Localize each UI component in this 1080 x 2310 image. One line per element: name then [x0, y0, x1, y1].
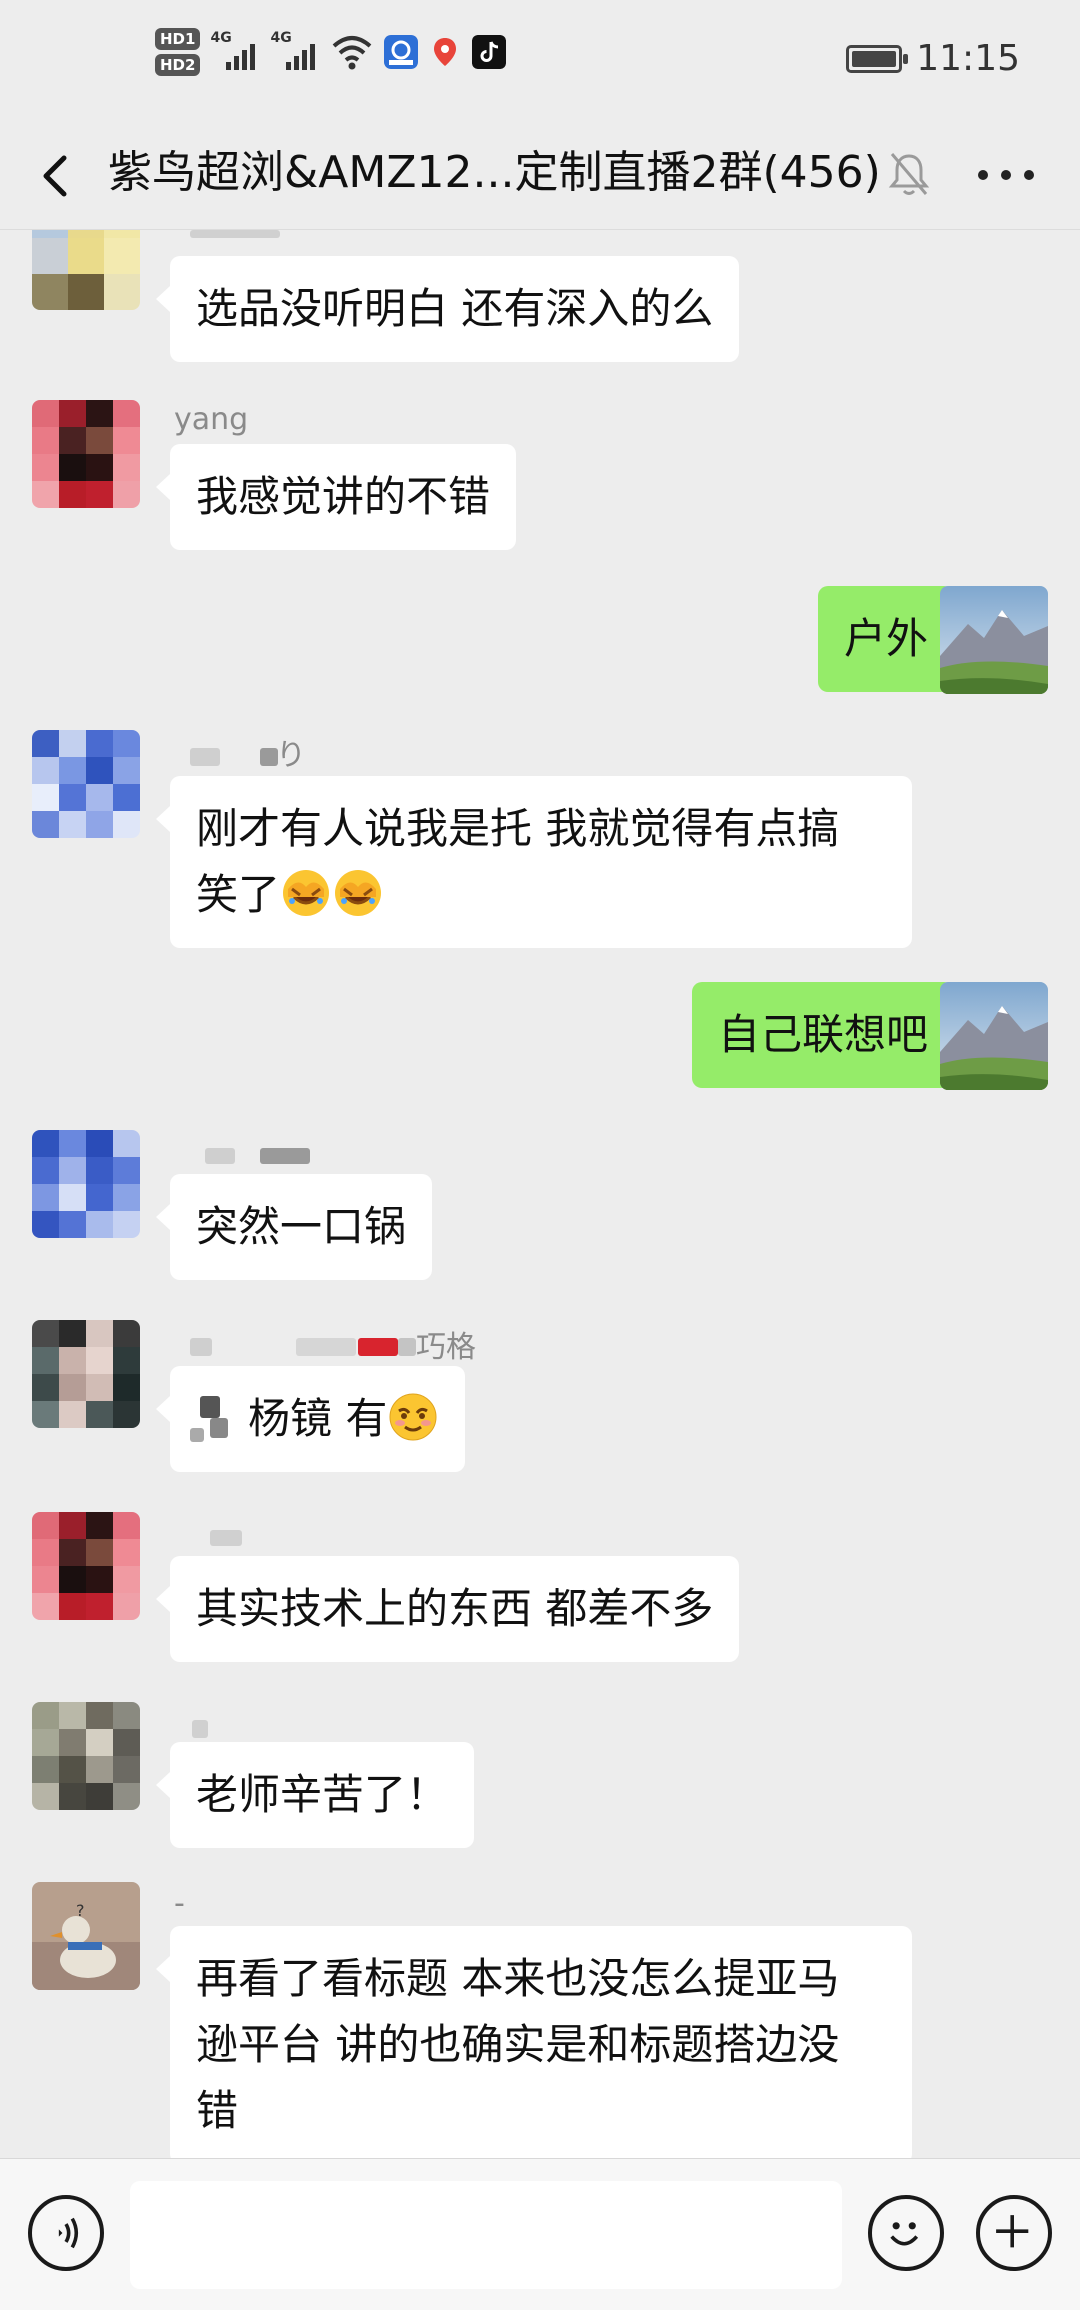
- message-text: 杨镜 有: [248, 1394, 388, 1443]
- sender-name-redacted: [260, 1148, 310, 1164]
- location-icon: [434, 38, 457, 66]
- voice-icon[interactable]: [28, 2195, 104, 2271]
- self-avatar[interactable]: [940, 586, 1048, 694]
- sender-name-redacted: [358, 1338, 398, 1356]
- status-bar: HD1 HD2 4G 4G 11:15: [0, 0, 1080, 120]
- message-bubble[interactable]: 其实技术上的东西 都差不多: [155, 1556, 740, 1662]
- message-bubble[interactable]: 老师辛苦了！: [155, 1742, 475, 1848]
- avatar[interactable]: [32, 1320, 140, 1428]
- redacted-text: [190, 1428, 204, 1442]
- smirk-emoji: [389, 1393, 437, 1441]
- sender-name-redacted: [398, 1338, 416, 1356]
- svg-text:?: ?: [76, 1901, 85, 1920]
- message-text-line: 错: [196, 2086, 239, 2135]
- signal-icon: 4G: [210, 30, 260, 74]
- message-bubble[interactable]: 再看了看标题 本来也没怎么提亚马 逊平台 讲的也确实是和标题搭边没 错: [156, 1926, 912, 2158]
- status-right-group: 11:15: [846, 38, 1020, 79]
- sender-name-redacted: [205, 1148, 235, 1164]
- redacted-text: [200, 1396, 220, 1418]
- clock: 11:15: [916, 38, 1020, 79]
- message-text: 选品没听明白 还有深入的么: [196, 284, 714, 333]
- message-list[interactable]: 选品没听明白 还有深入的么 yang 我感觉讲的不错 户外 り 刚才有人说我是托…: [0, 230, 1080, 2158]
- sender-name: yang: [174, 402, 249, 437]
- plus-icon[interactable]: [976, 2195, 1052, 2271]
- hd1-badge: HD1: [155, 28, 201, 50]
- message-bubble[interactable]: 杨镜 有: [155, 1366, 466, 1472]
- avatar[interactable]: [32, 400, 140, 508]
- avatar[interactable]: [32, 1130, 140, 1238]
- message-input[interactable]: [130, 2181, 842, 2289]
- chat-header: 紫鸟超浏&AMZ12...定制直播2群(456): [0, 120, 1080, 230]
- tiktok-icon: [472, 35, 507, 69]
- message-bubble-self[interactable]: 自己联想吧: [691, 982, 969, 1088]
- message-text-line: 逊平台 讲的也确实是和标题搭边没: [196, 2020, 840, 2069]
- message-text: 我感觉讲的不错: [196, 472, 491, 521]
- message-text-line: 再看了看标题 本来也没怎么提亚马: [196, 1954, 840, 2003]
- chat-title[interactable]: 紫鸟超浏&AMZ12...定制直播2群(456): [108, 142, 881, 204]
- wifi-icon: [333, 36, 372, 70]
- facepalm-emoji: [283, 870, 330, 916]
- sender-name: 巧格: [416, 1330, 476, 1365]
- avatar[interactable]: [32, 1702, 140, 1810]
- battery-icon: [846, 44, 909, 73]
- message-bubble[interactable]: 我感觉讲的不错: [155, 444, 517, 550]
- sender-name: -: [174, 1886, 185, 1921]
- status-left-group: HD1 HD2 4G 4G: [155, 28, 507, 76]
- sender-name-redacted: [190, 230, 280, 238]
- emoji-icon[interactable]: [868, 2195, 944, 2271]
- sender-name: り: [276, 738, 306, 773]
- message-bubble[interactable]: 选品没听明白 还有深入的么: [155, 256, 740, 362]
- sender-name-redacted: [210, 1530, 242, 1546]
- message-text: 户外: [843, 614, 928, 663]
- redacted-text: [210, 1418, 228, 1438]
- message-text: 其实技术上的东西 都差不多: [196, 1584, 714, 1633]
- message-text-line: 笑了: [196, 862, 886, 928]
- hd2-badge: HD2: [155, 54, 201, 76]
- input-bar: [0, 2158, 1080, 2310]
- facepalm-emoji: [335, 870, 382, 916]
- message-bubble-self[interactable]: 户外: [817, 586, 969, 692]
- mute-bell-icon: [888, 153, 930, 195]
- message-text: 自己联想吧: [717, 1010, 928, 1059]
- more-dots-icon[interactable]: [978, 160, 1034, 190]
- sender-name-redacted: [192, 1720, 208, 1738]
- message-text: 笑了: [196, 870, 281, 919]
- back-arrow-icon[interactable]: [34, 148, 84, 204]
- hd-badges: HD1 HD2: [155, 28, 201, 76]
- avatar[interactable]: [32, 730, 140, 838]
- sender-name-redacted: [296, 1338, 356, 1356]
- avatar[interactable]: ?: [32, 1882, 140, 1990]
- sender-name-redacted: [190, 1338, 212, 1356]
- message-text: 老师辛苦了！: [196, 1770, 449, 1819]
- avatar[interactable]: [32, 1512, 140, 1620]
- self-avatar[interactable]: [940, 982, 1048, 1090]
- message-text-line: 刚才有人说我是托 我就觉得有点搞: [196, 804, 840, 853]
- signal-icon: 4G: [270, 30, 320, 74]
- message-bubble[interactable]: 突然一口锅: [155, 1174, 433, 1280]
- avatar[interactable]: [32, 230, 140, 310]
- message-text: 突然一口锅: [196, 1202, 407, 1251]
- sender-name-redacted: [190, 748, 220, 766]
- message-bubble[interactable]: 刚才有人说我是托 我就觉得有点搞 笑了: [156, 776, 912, 948]
- app-notification-icon: [384, 35, 419, 69]
